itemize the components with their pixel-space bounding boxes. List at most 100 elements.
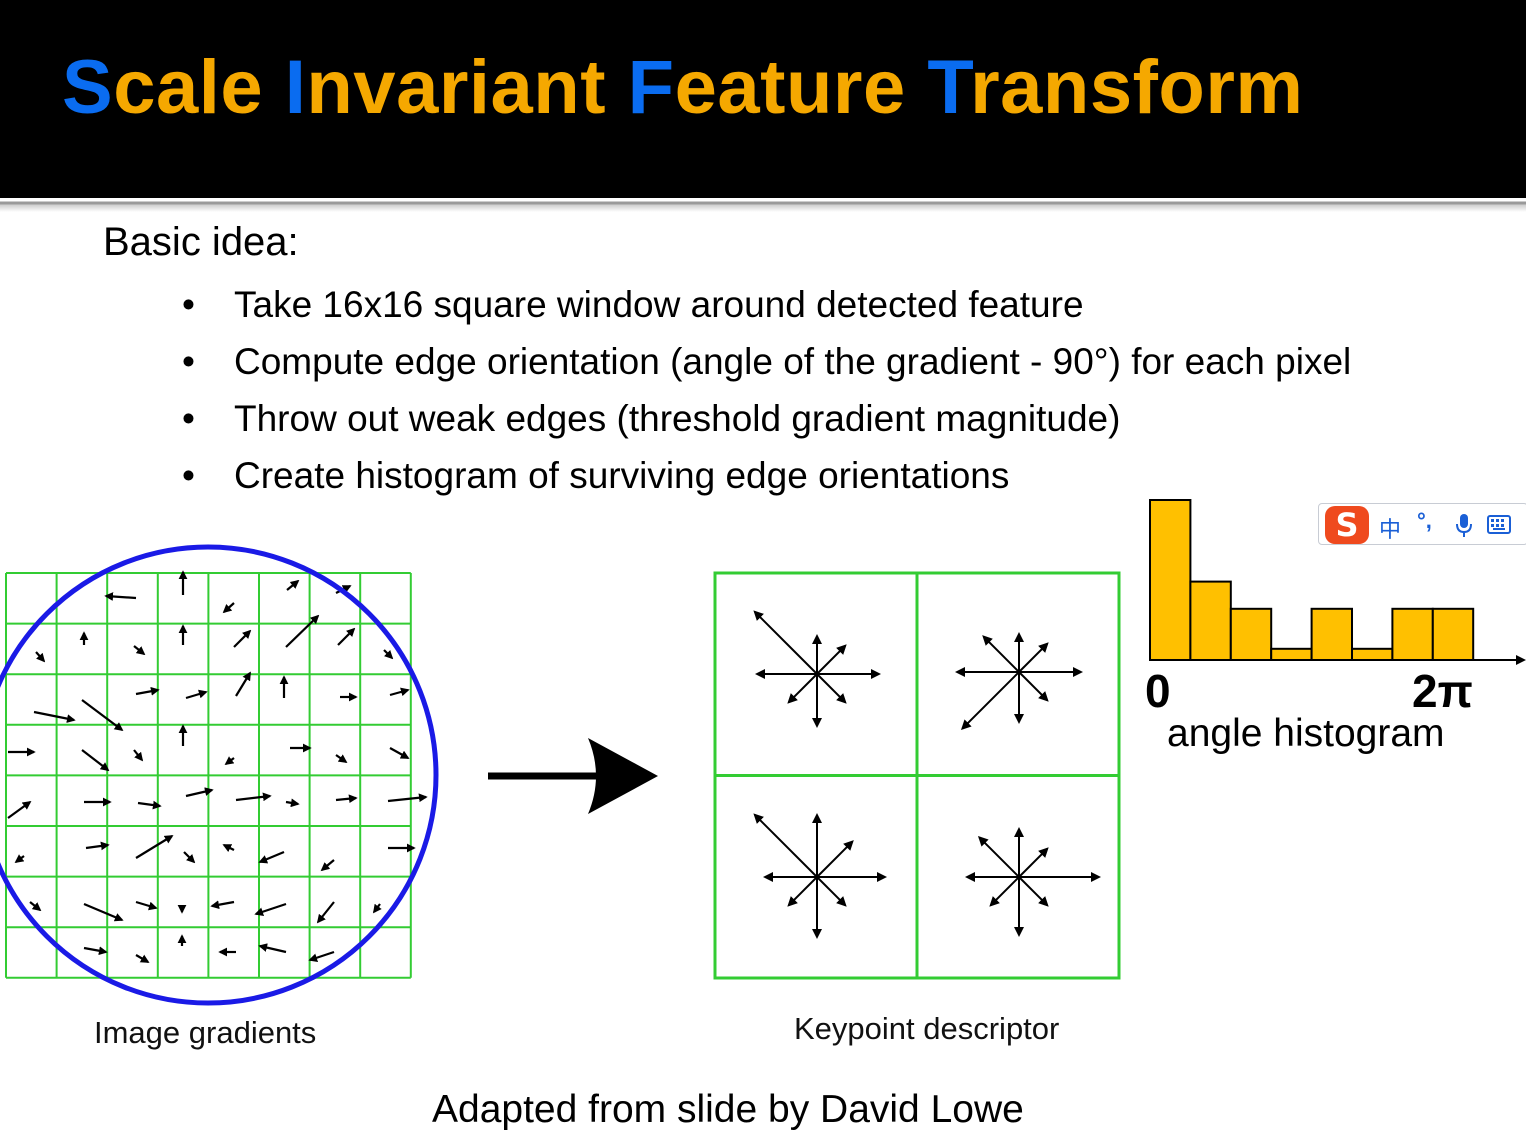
bullet-text: Create histogram of surviving edge orien…: [234, 455, 1010, 496]
gradient-arrow: [235, 671, 251, 697]
ime-toolbar[interactable]: S 中 °,: [1318, 503, 1526, 545]
gradient-arrow: [7, 800, 32, 819]
gradient-arrow: [83, 902, 124, 922]
histogram-bar: [1189, 580, 1232, 661]
title-word: Invariant: [284, 45, 607, 130]
gradient-arrow: [81, 749, 110, 772]
gradient-arrow: [320, 859, 335, 872]
ime-punctuation-toggle[interactable]: °,: [1417, 508, 1432, 534]
gradient-arrow: [135, 900, 158, 911]
bullet-item: • Take 16x16 square window around detecte…: [182, 282, 1351, 339]
descriptor-border: [713, 571, 1121, 980]
title-word: Scale: [62, 45, 264, 130]
bullet-text: Compute edge orientation (angle of the g…: [234, 341, 1352, 382]
descriptor-histogram-star: [753, 610, 881, 728]
gradient-arrow: [35, 651, 46, 663]
histogram-bar: [1431, 607, 1475, 661]
histogram-bar: [1229, 607, 1273, 661]
orientation-arrow: [787, 673, 818, 704]
bullet-symbol: •: [182, 341, 195, 382]
gradient-arrow: [135, 835, 174, 859]
gaussian-window-circle: [0, 544, 439, 1006]
keyboard-icon[interactable]: [1487, 515, 1511, 535]
gradient-arrow: [372, 903, 382, 914]
descriptor-histogram-star: [753, 813, 887, 939]
gradient-arrow: [254, 902, 287, 916]
title-word: Transform: [927, 45, 1304, 130]
gradient-arrow: [81, 699, 124, 732]
gradient-arrow: [258, 943, 287, 954]
bullet-item: • Compute edge orientation (angle of the …: [182, 339, 1351, 396]
orientation-arrow: [816, 673, 847, 704]
orientation-arrow: [787, 876, 818, 907]
descriptor-label: Keypoint descriptor: [794, 1011, 1060, 1046]
slide-title: Scale Invariant Feature Transform: [62, 38, 1304, 138]
bullet-item: • Create histogram of surviving edge orie…: [182, 453, 1351, 510]
gradient-arrow: [387, 793, 428, 803]
gradient-arrow: [337, 627, 356, 646]
transform-arrow: [488, 738, 658, 814]
orientation-arrow: [982, 635, 1020, 673]
microphone-icon[interactable]: [1455, 513, 1473, 539]
orientation-arrow: [816, 840, 854, 878]
gradient-arrow: [224, 756, 235, 766]
gradient-arrow: [14, 854, 25, 864]
gradient-arrow: [316, 901, 335, 924]
orientation-arrow: [1018, 671, 1049, 702]
histogram-bar: [1310, 607, 1353, 661]
gradient-arrow: [335, 754, 348, 764]
gradient-arrow: [389, 687, 410, 697]
histogram-start-label: 0: [1145, 665, 1171, 717]
gradient-arrow: [258, 850, 285, 864]
gradient-arrow: [135, 686, 160, 696]
gradient-grid: [5, 572, 412, 979]
credit-text: Adapted from slide by David Lowe: [432, 1088, 1024, 1131]
ime-language-toggle[interactable]: 中: [1379, 512, 1401, 544]
bullet-text: Throw out weak edges (threshold gradient…: [234, 398, 1121, 439]
gradient-arrow: [233, 629, 252, 648]
gradient-arrow: [335, 585, 352, 594]
gradient-arrow: [285, 614, 320, 648]
orientation-arrow: [960, 671, 1020, 731]
orientation-arrow: [1018, 876, 1049, 907]
gradient-arrow: [29, 901, 42, 912]
gradient-arrows: [7, 570, 428, 963]
gradient-arrow: [335, 794, 358, 804]
gradient-arrow: [85, 841, 110, 851]
gradient-arrow: [210, 900, 235, 910]
histogram-bar: [1351, 647, 1394, 661]
gradient-arrow: [135, 954, 150, 963]
gradient-arrow: [137, 800, 162, 810]
title-word: Feature: [627, 45, 906, 130]
gradient-arrow: [286, 579, 300, 591]
gradient-arrow: [185, 689, 208, 700]
descriptor-histogram-star: [965, 827, 1101, 937]
orientation-arrow: [816, 644, 847, 675]
histogram-bar: [1149, 499, 1192, 661]
orientation-arrow: [753, 813, 818, 878]
keypoint-descriptor: [713, 571, 1121, 980]
bullet-text: Take 16x16 square window around detected…: [234, 284, 1084, 325]
bullet-list: • Take 16x16 square window around detecte…: [182, 282, 1351, 510]
gradient-arrow: [183, 851, 196, 864]
orientation-arrow: [1018, 847, 1049, 878]
gradient-arrow: [308, 950, 335, 962]
gradient-arrow: [235, 792, 272, 802]
descriptor-histogram-star: [955, 632, 1083, 731]
histogram-bar: [1391, 607, 1434, 661]
histogram-caption: angle histogram: [1167, 712, 1445, 755]
gradient-arrow: [33, 710, 76, 723]
gradient-arrow: [222, 844, 235, 853]
intro-text: Basic idea:: [103, 220, 299, 264]
orientation-arrow: [1018, 642, 1049, 673]
gradient-arrow: [83, 946, 108, 956]
bullet-symbol: •: [182, 284, 195, 325]
gradients-label: Image gradients: [94, 1015, 317, 1050]
ime-logo[interactable]: S: [1325, 506, 1369, 544]
bullet-symbol: •: [182, 455, 195, 496]
gradient-arrow: [185, 787, 214, 798]
bullet-item: • Throw out weak edges (threshold gradien…: [182, 396, 1351, 453]
gradient-arrow: [133, 749, 144, 762]
title-divider: [0, 198, 1526, 212]
orientation-arrow: [753, 610, 818, 675]
